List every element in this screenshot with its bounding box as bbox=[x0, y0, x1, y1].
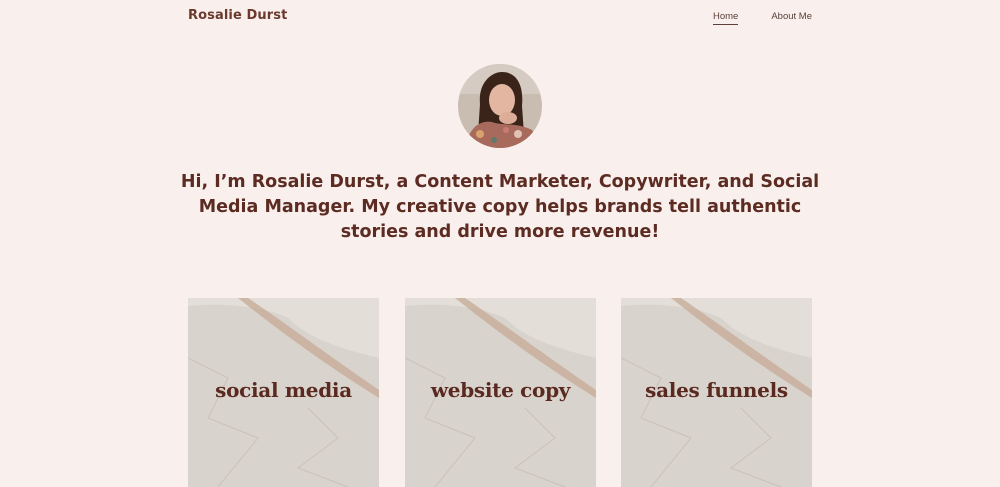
card-label: social media bbox=[215, 378, 352, 402]
site-title[interactable]: Rosalie Durst bbox=[188, 8, 287, 23]
page: Rosalie Durst Home About Me Hi, I’m Rosa… bbox=[0, 0, 1000, 487]
profile-avatar bbox=[458, 64, 542, 148]
card-social-media[interactable]: social media bbox=[188, 298, 379, 487]
main-nav: Home About Me bbox=[712, 11, 812, 25]
nav-about-link[interactable]: About Me bbox=[771, 11, 812, 25]
card-sales-funnels[interactable]: sales funnels bbox=[621, 298, 812, 487]
card-label: sales funnels bbox=[645, 378, 788, 402]
card-label: website copy bbox=[430, 378, 571, 402]
nav-home-link[interactable]: Home bbox=[712, 11, 739, 25]
site-header: Rosalie Durst Home About Me bbox=[0, 0, 1000, 36]
card-website-copy[interactable]: website copy bbox=[405, 298, 596, 487]
intro-heading: Hi, I’m Rosalie Durst, a Content Markete… bbox=[180, 172, 820, 242]
